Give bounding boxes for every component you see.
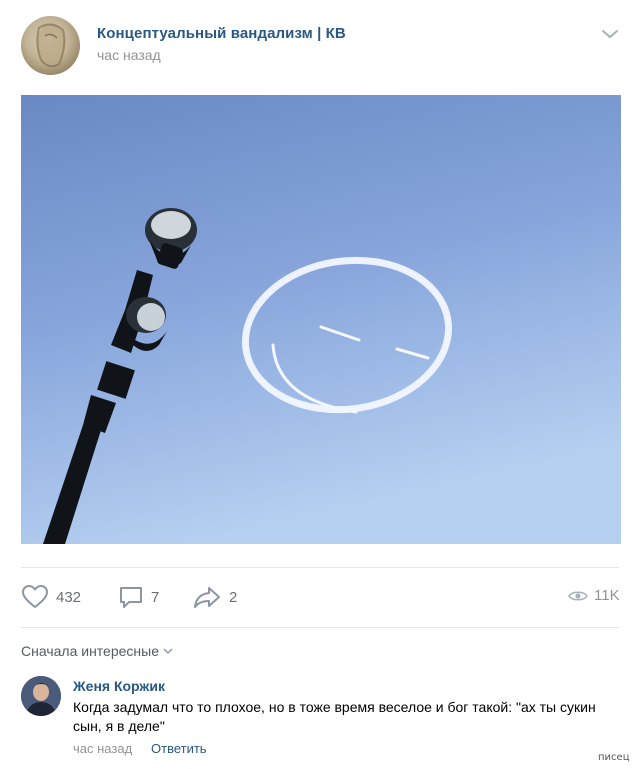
comments-sort-label: Сначала интересные — [21, 643, 159, 659]
comment-time[interactable]: час назад — [73, 741, 132, 756]
avatar-image — [36, 23, 66, 68]
chevron-down-icon[interactable] — [600, 27, 620, 41]
comment-button[interactable]: 7 — [118, 583, 159, 611]
like-count: 432 — [56, 588, 82, 606]
post-photo[interactable] — [21, 95, 621, 544]
comment-author-link[interactable]: Женя Коржик — [73, 678, 165, 694]
comment-text: Когда задумал что то плохое, но в тоже в… — [73, 699, 596, 734]
group-name-link[interactable]: Концептуальный вандализм | КВ — [97, 25, 346, 42]
comment-bubble-icon — [120, 587, 142, 608]
views-counter: 11K — [568, 587, 620, 604]
post-header: Концептуальный вандализм | КВ час назад — [0, 0, 640, 90]
chevron-down-small-icon — [163, 648, 173, 654]
post-actions: 432 7 2 11K — [0, 575, 640, 619]
heart-icon — [22, 585, 48, 608]
share-button[interactable]: 2 — [192, 583, 237, 611]
divider-bottom — [21, 627, 619, 628]
share-arrow-icon — [194, 587, 220, 608]
watermark: писец — [598, 752, 630, 763]
views-count: 11K — [594, 587, 620, 604]
commenter-avatar[interactable] — [21, 676, 61, 716]
group-avatar[interactable] — [21, 16, 80, 75]
post-time[interactable]: час назад — [97, 47, 161, 63]
sky-smiley-image — [21, 95, 621, 544]
comment-count: 7 — [151, 588, 160, 606]
like-button[interactable]: 432 — [21, 583, 81, 611]
reply-button[interactable]: Ответить — [151, 741, 207, 756]
share-count: 2 — [229, 588, 238, 606]
divider-top — [21, 567, 619, 568]
eye-icon — [568, 590, 588, 601]
commenter-photo — [21, 676, 61, 716]
comments-sort-dropdown[interactable]: Сначала интересные — [21, 643, 173, 659]
